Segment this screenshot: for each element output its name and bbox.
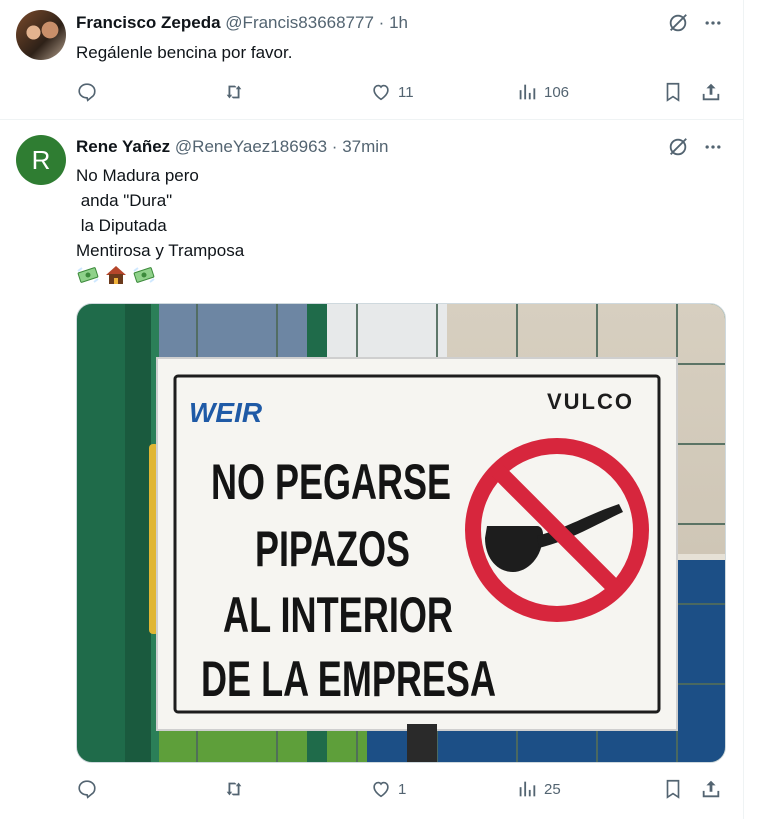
- avatar[interactable]: R: [16, 135, 66, 185]
- tweet-corner-controls: [667, 136, 723, 158]
- reply-icon: [76, 778, 98, 800]
- tweet[interactable]: Francisco Zepeda @Francis83668777 · 1h R…: [0, 0, 743, 120]
- retweet-icon: [222, 81, 246, 103]
- avatar[interactable]: [16, 10, 66, 60]
- tweet-media-image[interactable]: WEIR VULCO NO PEGARSE PIPAZOS AL INTERIO…: [76, 303, 726, 763]
- author-name[interactable]: Rene Yañez: [76, 137, 170, 156]
- views-count: 25: [544, 780, 561, 798]
- retweet-button[interactable]: [222, 80, 252, 104]
- sign-line: NO PEGARSE: [211, 454, 451, 510]
- like-count: 11: [398, 83, 414, 101]
- views-button[interactable]: 106: [516, 80, 569, 104]
- timestamp[interactable]: 1h: [389, 13, 408, 32]
- tweet-header: Francisco Zepeda @Francis83668777 · 1h: [76, 12, 408, 34]
- views-count: 106: [544, 83, 570, 101]
- tweet-text: Regálenle bencina por favor.: [76, 43, 293, 62]
- emoji-row: [76, 264, 156, 290]
- sign-photo: WEIR VULCO NO PEGARSE PIPAZOS AL INTERIO…: [77, 304, 725, 762]
- sign-line: AL INTERIOR: [223, 587, 453, 643]
- author-name[interactable]: Francisco Zepeda: [76, 13, 221, 32]
- heart-icon: [370, 778, 392, 800]
- sign-line: PIPAZOS: [255, 521, 410, 577]
- tweet-corner-controls: [667, 12, 723, 34]
- tweet-header: Rene Yañez @ReneYaez186963 · 37min: [76, 136, 389, 158]
- bookmark-icon: [662, 778, 684, 800]
- weir-logo: WEIR: [189, 397, 263, 428]
- views-icon: [516, 81, 538, 103]
- retweet-icon: [222, 778, 246, 800]
- bookmark-button[interactable]: [662, 80, 684, 104]
- like-count: 1: [398, 780, 407, 798]
- grok-icon[interactable]: [667, 12, 689, 34]
- like-button[interactable]: 1: [370, 777, 406, 801]
- reply-button[interactable]: [76, 777, 104, 801]
- tweet-actions: 11 106: [76, 80, 724, 104]
- timestamp[interactable]: 37min: [342, 137, 388, 156]
- retweet-button[interactable]: [222, 777, 252, 801]
- author-handle[interactable]: @ReneYaez186963: [175, 137, 327, 156]
- sign-board: WEIR VULCO NO PEGARSE PIPAZOS AL INTERIO…: [156, 357, 678, 731]
- more-options-icon[interactable]: [703, 137, 723, 157]
- views-icon: [516, 778, 538, 800]
- bookmark-button[interactable]: [662, 777, 684, 801]
- share-icon: [700, 778, 722, 800]
- more-options-icon[interactable]: [703, 13, 723, 33]
- house-emoji-icon: [104, 264, 128, 286]
- reply-button[interactable]: [76, 80, 104, 104]
- separator-dot: ·: [331, 137, 338, 156]
- heart-icon: [370, 81, 392, 103]
- share-icon: [700, 81, 722, 103]
- timeline: Francisco Zepeda @Francis83668777 · 1h R…: [0, 0, 744, 819]
- views-button[interactable]: 25: [516, 777, 561, 801]
- share-button[interactable]: [700, 777, 722, 801]
- reply-icon: [76, 81, 98, 103]
- money-with-wings-emoji-icon: [76, 264, 100, 286]
- bookmark-icon: [662, 81, 684, 103]
- tweet-actions: 1 25: [76, 777, 724, 801]
- like-button[interactable]: 11: [370, 80, 414, 104]
- author-handle[interactable]: @Francis83668777: [225, 13, 374, 32]
- money-with-wings-emoji-icon: [132, 264, 156, 286]
- share-button[interactable]: [700, 80, 722, 104]
- sign-line: DE LA EMPRESA: [201, 651, 496, 707]
- separator-dot: ·: [378, 13, 385, 32]
- vulco-logo: VULCO: [547, 389, 634, 414]
- grok-icon[interactable]: [667, 136, 689, 158]
- tweet-text: No Madura pero anda "Dura" la Diputada M…: [76, 166, 245, 260]
